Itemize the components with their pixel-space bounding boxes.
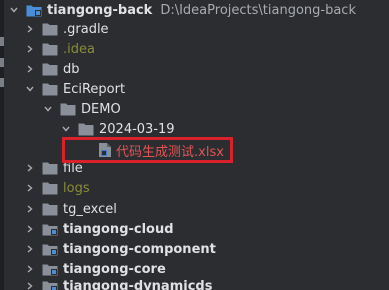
module-folder-icon bbox=[42, 262, 58, 276]
folder-icon bbox=[42, 42, 58, 56]
folder-icon bbox=[42, 22, 58, 36]
folder-label: .gradle bbox=[63, 21, 109, 37]
chevron-down-icon[interactable] bbox=[42, 103, 54, 115]
folder-label: .idea bbox=[63, 41, 95, 57]
module-label: tiangong-dynamicds bbox=[63, 278, 213, 290]
folder-label: DEMO bbox=[81, 101, 121, 117]
chevron-down-icon[interactable] bbox=[8, 4, 20, 16]
chevron-down-icon[interactable] bbox=[24, 83, 36, 95]
folder-label: db bbox=[63, 61, 80, 77]
chevron-right-icon[interactable] bbox=[24, 63, 36, 75]
chevron-right-icon[interactable] bbox=[24, 43, 36, 55]
highlight-annotation-box bbox=[62, 137, 233, 163]
folder-icon bbox=[42, 62, 58, 76]
tree-node-date-folder[interactable]: 2024-03-19 bbox=[4, 119, 389, 139]
tree-node-tiangong-cloud[interactable]: tiangong-cloud bbox=[4, 219, 389, 239]
module-label: tiangong-core bbox=[63, 261, 166, 277]
folder-icon bbox=[42, 202, 58, 216]
tree-node-ecireport[interactable]: EciReport bbox=[4, 79, 389, 99]
tree-node-demo[interactable]: DEMO bbox=[4, 99, 389, 119]
tree-node-tg-excel[interactable]: tg_excel bbox=[4, 199, 389, 219]
folder-label: EciReport bbox=[63, 81, 126, 97]
module-folder-icon bbox=[42, 222, 58, 236]
folder-icon bbox=[42, 82, 58, 96]
tree-node-idea[interactable]: .idea bbox=[4, 39, 389, 59]
module-folder-icon bbox=[42, 279, 58, 290]
folder-icon bbox=[78, 122, 94, 136]
folder-icon bbox=[42, 161, 58, 175]
folder-label: tg_excel bbox=[63, 201, 117, 217]
tree-node-db[interactable]: db bbox=[4, 59, 389, 79]
tree-node-tiangong-component[interactable]: tiangong-component bbox=[4, 239, 389, 259]
folder-label: 2024-03-19 bbox=[99, 121, 175, 137]
tree-node-logs[interactable]: logs bbox=[4, 178, 389, 198]
chevron-right-icon[interactable] bbox=[24, 280, 36, 290]
chevron-right-icon[interactable] bbox=[24, 263, 36, 275]
folder-label: logs bbox=[63, 180, 90, 196]
project-tool-window: tiangong-back D:\IdeaProjects\tiangong-b… bbox=[0, 0, 389, 290]
module-folder-icon bbox=[42, 242, 58, 256]
chevron-right-icon[interactable] bbox=[24, 23, 36, 35]
tree-node-gradle[interactable]: .gradle bbox=[4, 19, 389, 39]
tree-node-root[interactable]: tiangong-back D:\IdeaProjects\tiangong-b… bbox=[4, 0, 389, 20]
chevron-right-icon[interactable] bbox=[24, 182, 36, 194]
chevron-right-icon[interactable] bbox=[24, 223, 36, 235]
chevron-right-icon[interactable] bbox=[24, 243, 36, 255]
folder-icon bbox=[42, 181, 58, 195]
module-label: tiangong-cloud bbox=[63, 221, 174, 237]
module-folder-icon bbox=[26, 3, 42, 17]
module-label: tiangong-component bbox=[63, 241, 216, 257]
chevron-down-icon[interactable] bbox=[60, 123, 72, 135]
folder-icon bbox=[60, 102, 76, 116]
tree-node-tiangong-dynamicds[interactable]: tiangong-dynamicds bbox=[4, 276, 389, 290]
root-project-path: D:\IdeaProjects\tiangong-back bbox=[160, 2, 356, 18]
chevron-right-icon[interactable] bbox=[24, 162, 36, 174]
root-project-label: tiangong-back bbox=[47, 2, 153, 18]
chevron-right-icon[interactable] bbox=[24, 203, 36, 215]
